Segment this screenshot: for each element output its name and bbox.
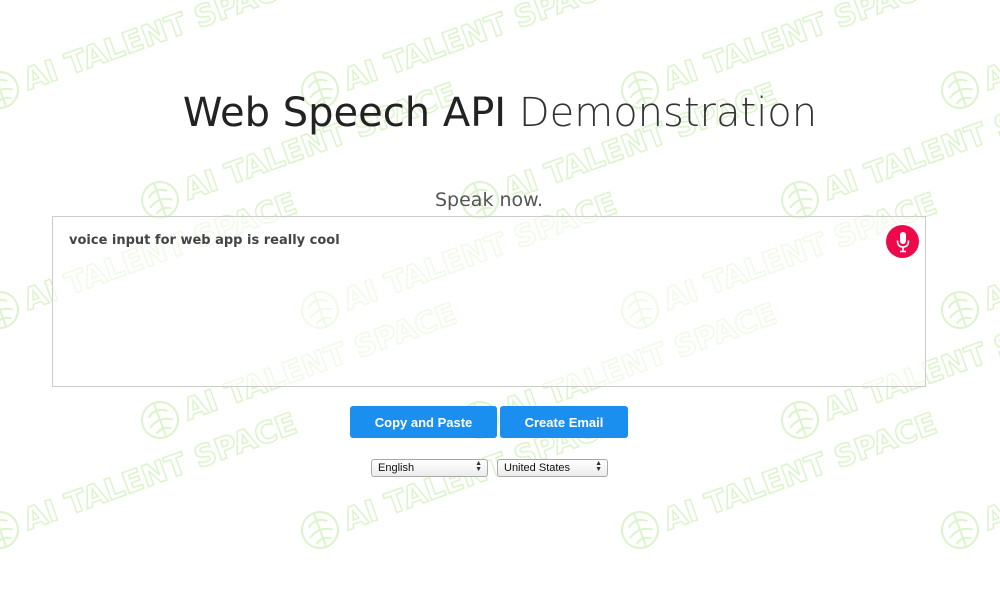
dialect-select-value: United States <box>504 462 571 474</box>
svg-text:AI TALENT SPACE: AI TALENT SPACE <box>19 0 302 98</box>
action-buttons: Copy and Paste Create Email <box>350 406 628 438</box>
transcript-box[interactable]: voice input for web app is really cool <box>52 216 926 387</box>
language-selectors: English ▲ ▼ United States ▲ ▼ <box>371 459 608 477</box>
create-email-button[interactable]: Create Email <box>500 406 628 438</box>
language-select-value: English <box>378 462 415 474</box>
copy-and-paste-button[interactable]: Copy and Paste <box>350 406 497 438</box>
select-arrows-icon: ▲ ▼ <box>595 460 602 473</box>
select-arrows-icon: ▲ ▼ <box>475 460 482 473</box>
svg-text:AI TALENT SPACE: AI TALENT SPACE <box>659 0 942 98</box>
watermark-mark: AI TALENT SPACE <box>941 406 1000 549</box>
transcript-text: voice input for web app is really cool <box>69 233 340 248</box>
page-title: Web Speech API Demonstration <box>0 90 1000 136</box>
svg-text:AI TALENT SPACE: AI TALENT SPACE <box>19 407 302 539</box>
microphone-icon <box>896 231 909 252</box>
language-select[interactable]: English ▲ ▼ <box>371 459 488 477</box>
page: AI TALENT SPACE AI TALENT SPACE AI TALENT … <box>0 0 1000 600</box>
title-main: Web Speech API <box>182 90 507 136</box>
svg-text:AI TALENT SPACE: AI TALENT SPACE <box>339 0 622 98</box>
watermark-mark: AI TALENT SPACE <box>0 406 302 549</box>
microphone-button[interactable] <box>886 225 919 258</box>
svg-text:AI TALENT SPACE: AI TALENT SPACE <box>979 0 1000 98</box>
dialect-select[interactable]: United States ▲ ▼ <box>497 459 608 477</box>
watermark-mark: AI TALENT SPACE <box>621 406 942 549</box>
status-message: Speak now. <box>435 189 543 211</box>
svg-text:AI TALENT SPACE: AI TALENT SPACE <box>979 187 1000 319</box>
svg-text:AI TALENT SPACE: AI TALENT SPACE <box>659 407 942 539</box>
svg-text:AI TALENT SPACE: AI TALENT SPACE <box>979 407 1000 539</box>
title-secondary: Demonstration <box>518 90 818 136</box>
